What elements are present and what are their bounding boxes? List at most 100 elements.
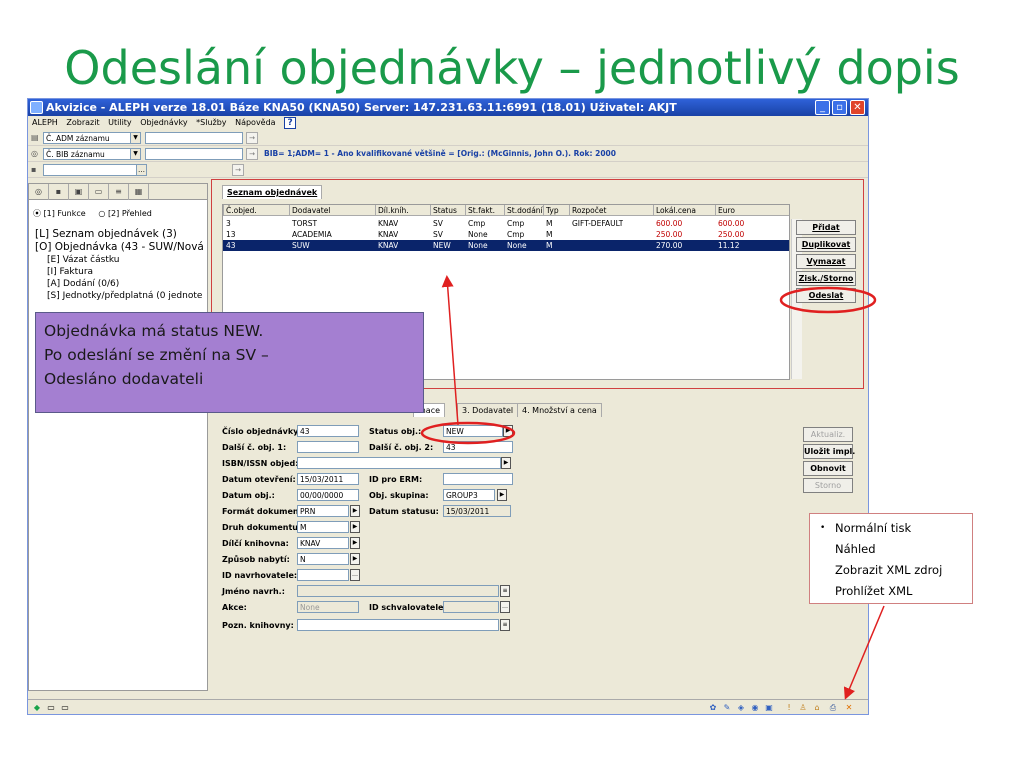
ellipsis-icon[interactable]: … (136, 165, 146, 175)
open-date-field[interactable]: 15/03/2011 (297, 473, 359, 485)
chevron-right-icon[interactable]: ▶ (497, 489, 507, 501)
go-arrow-icon[interactable]: → (232, 164, 244, 176)
order-date-field[interactable]: 00/00/0000 (297, 489, 359, 501)
isbn-field[interactable] (297, 457, 501, 469)
column-header[interactable]: Euro (715, 205, 773, 216)
tree-item-subscriptions[interactable]: [S] Jednotky/předplatná (0 jednote (47, 291, 202, 301)
pen-icon[interactable]: ✎ (722, 703, 732, 713)
save-default-button[interactable]: Uložit impl. (803, 444, 855, 459)
menu-zobrazit[interactable]: Zobrazit (66, 118, 99, 127)
column-header[interactable]: Typ (543, 205, 569, 216)
column-header[interactable]: Status (430, 205, 465, 216)
column-header[interactable]: Rozpočet (569, 205, 653, 216)
additional-no2-field[interactable]: 43 (443, 441, 513, 453)
sublibrary-field[interactable]: KNAV (297, 537, 349, 549)
print-option-normal[interactable]: • Normální tisk (810, 518, 972, 539)
tree-item-order-list[interactable]: [L] Seznam objednávek (3) (35, 228, 177, 240)
print-option-view-xml[interactable]: Prohlížet XML (810, 581, 972, 602)
maximize-button[interactable]: ▫ (832, 100, 847, 115)
column-header[interactable]: Č.objed. (223, 205, 289, 216)
column-header[interactable]: St.fakt. (465, 205, 504, 216)
doc-type-field[interactable]: M (297, 521, 349, 533)
menu-utility[interactable]: Utility (108, 118, 132, 127)
bib-record-input[interactable] (145, 148, 243, 160)
tab-order-list[interactable]: Seznam objednávek (222, 185, 323, 199)
home-icon[interactable]: ⌂ (812, 703, 822, 713)
info-icon[interactable]: ǃ (784, 703, 794, 713)
chevron-right-icon[interactable]: ▶ (350, 505, 360, 517)
third-row-input[interactable]: … (43, 164, 147, 176)
close-button[interactable]: ✕ (850, 100, 865, 115)
minimize-button[interactable]: _ (815, 100, 830, 115)
column-header[interactable]: Dodavatel (289, 205, 375, 216)
print-option-preview[interactable]: Náhled (810, 539, 972, 560)
chevron-right-icon[interactable]: ▶ (503, 425, 513, 437)
library-note-field[interactable] (297, 619, 499, 631)
order-group-field[interactable]: GROUP3 (443, 489, 495, 501)
radio-funkce[interactable]: ⦿ [1] Funkce (33, 209, 86, 218)
requester-id-field[interactable] (297, 569, 349, 581)
help-icon[interactable]: ? (284, 117, 297, 129)
order-status-field[interactable]: NEW (443, 425, 503, 437)
update-button[interactable]: Aktualiz. (803, 427, 853, 442)
chevron-right-icon[interactable]: ▶ (350, 537, 360, 549)
menu-sluzby[interactable]: *Služby (196, 118, 226, 127)
adm-record-input[interactable] (145, 132, 243, 144)
order-icon[interactable]: ▣ (69, 184, 89, 200)
column-header[interactable]: Díl.kníh. (375, 205, 430, 216)
erm-id-field[interactable] (443, 473, 513, 485)
table-row[interactable]: 3 TORST KNAV SV Cmp Cmp M GIFT-DEFAULT 6… (223, 218, 789, 229)
duplicate-order-button[interactable]: Duplikovat (796, 237, 856, 252)
tab-quantity-price[interactable]: 4. Množství a cena (517, 403, 602, 417)
tree-item-invoice[interactable]: [I] Faktura (47, 267, 93, 277)
edit-icon[interactable]: ≡ (500, 585, 510, 597)
column-header[interactable]: Lokál.cena (653, 205, 715, 216)
acquisition-method-field[interactable]: N (297, 553, 349, 565)
radio-prehled[interactable]: ○ [2] Přehled (98, 209, 151, 218)
chevron-right-icon[interactable]: ▶ (350, 553, 360, 565)
user-icon[interactable]: ♙ (798, 703, 808, 713)
gear-icon[interactable]: ✿ (708, 703, 718, 713)
table-row[interactable]: 13 ACADEMIA KNAV SV None Cmp M 250.00 25… (223, 229, 789, 240)
order-number-field[interactable]: 43 (297, 425, 359, 437)
tab-vendor[interactable]: 3. Dodavatel (457, 403, 519, 417)
menu-aleph[interactable]: ALEPH (32, 118, 58, 127)
send-order-button[interactable]: Odeslat (796, 288, 856, 303)
connect-icon[interactable]: ◈ (736, 703, 746, 713)
go-arrow-icon[interactable]: → (246, 132, 258, 144)
window-titlebar[interactable]: Akvizice - ALEPH verze 18.01 Báze KNA50 … (28, 99, 868, 116)
tree-item-arrival[interactable]: [A] Dodání (0/6) (47, 279, 119, 289)
column-header[interactable]: St.dodání (504, 205, 543, 216)
tree-item-order[interactable]: [O] Objednávka (43 - SUW/Nová (35, 241, 204, 253)
chevron-right-icon[interactable]: ▶ (350, 521, 360, 533)
format-field[interactable]: PRN (297, 505, 349, 517)
table-row-selected[interactable]: 43 SUW KNAV NEW None None M 270.00 11.12 (223, 240, 789, 251)
ellipsis-icon[interactable]: … (350, 569, 360, 581)
bib-row: ◎ Č. BIB záznamu ▼ → BIB= 1;ADM= 1 - Ano … (28, 146, 868, 162)
edit-icon[interactable]: ≡ (500, 619, 510, 631)
folder-icon[interactable]: ▭ (89, 184, 109, 200)
adm-record-select[interactable]: Č. ADM záznamu ▼ (43, 132, 141, 144)
tree-item-encumbrance[interactable]: [E] Vázat částku (47, 255, 120, 265)
add-order-button[interactable]: Přidat (796, 220, 856, 235)
additional-no1-field[interactable] (297, 441, 359, 453)
list-icon[interactable]: ≡ (109, 184, 129, 200)
ellipsis-icon[interactable]: … (500, 601, 510, 613)
print-option-xml-source[interactable]: Zobrazit XML zdroj (810, 560, 972, 581)
close-icon[interactable]: ✕ (844, 703, 854, 713)
bib-record-select[interactable]: Č. BIB záznamu ▼ (43, 148, 141, 160)
menu-napoveda[interactable]: Nápověda (235, 118, 276, 127)
cancel-button[interactable]: Storno (803, 478, 853, 493)
window-icon[interactable]: ▣ (764, 703, 774, 713)
binoculars-icon[interactable]: ▦ (129, 184, 149, 200)
menu-objednavky[interactable]: Objednávky (140, 118, 187, 127)
printer-icon[interactable]: ⎙ (828, 703, 838, 713)
storno-order-button[interactable]: Zisk./Storno (796, 271, 856, 286)
go-arrow-icon[interactable]: → (246, 148, 258, 160)
chevron-right-icon[interactable]: ▶ (501, 457, 511, 469)
delete-order-button[interactable]: Vymazat (796, 254, 856, 269)
globe-icon[interactable]: ◉ (750, 703, 760, 713)
record-icon[interactable]: ◎ (29, 184, 49, 200)
book-icon[interactable]: ▪ (49, 184, 69, 200)
refresh-button[interactable]: Obnovit (803, 461, 853, 476)
